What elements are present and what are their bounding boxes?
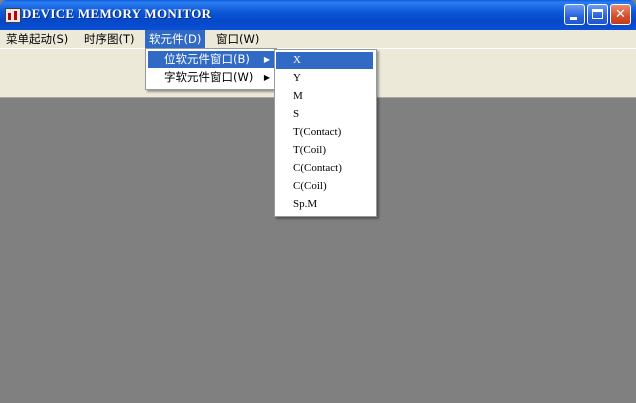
menu-bar: 菜单起动(S) 时序图(T) 软元件(D) 窗口(W) — [0, 30, 636, 48]
submenu-item-m[interactable]: M — [276, 88, 373, 105]
submenu-item-s[interactable]: S — [276, 106, 373, 123]
submenu-item-sp-m[interactable]: Sp.M — [276, 196, 373, 213]
menu-start[interactable]: 菜单起动(S) — [2, 30, 72, 48]
submenu-item-t-contact[interactable]: T(Contact) — [276, 124, 373, 141]
bit-device-window-label: 位软元件窗口(B) — [164, 52, 250, 66]
maximize-button[interactable] — [587, 4, 608, 25]
submenu-arrow-icon: ▶ — [263, 55, 270, 64]
submenu-item-y[interactable]: Y — [276, 70, 373, 87]
submenu-item-c-contact[interactable]: C(Contact) — [276, 160, 373, 177]
device-dropdown-menu: 位软元件窗口(B) ▶ 字软元件窗口(W) ▶ — [145, 48, 277, 90]
app-icon[interactable] — [5, 8, 21, 23]
menu-item-bit-device-window[interactable]: 位软元件窗口(B) ▶ — [148, 51, 274, 68]
menu-timing-chart[interactable]: 时序图(T) — [80, 30, 139, 48]
submenu-item-c-coil[interactable]: C(Coil) — [276, 178, 373, 195]
minimize-button[interactable] — [564, 4, 585, 25]
close-button[interactable]: ✕ — [610, 4, 631, 25]
bit-device-submenu: X Y M S T(Contact) T(Coil) C(Contact) C(… — [274, 49, 377, 217]
menu-item-word-device-window[interactable]: 字软元件窗口(W) ▶ — [148, 69, 274, 86]
close-icon: ✕ — [615, 7, 626, 22]
minimize-icon — [570, 17, 577, 20]
menu-window[interactable]: 窗口(W) — [212, 30, 263, 48]
submenu-arrow-icon: ▶ — [263, 73, 270, 82]
title-bar[interactable]: DEVICE MEMORY MONITOR ✕ — [0, 0, 636, 30]
window-title: DEVICE MEMORY MONITOR — [22, 6, 212, 21]
menu-device[interactable]: 软元件(D) — [145, 30, 206, 48]
word-device-window-label: 字软元件窗口(W) — [164, 70, 254, 84]
submenu-item-x[interactable]: X — [276, 52, 373, 69]
submenu-item-t-coil[interactable]: T(Coil) — [276, 142, 373, 159]
maximize-icon — [592, 9, 603, 19]
